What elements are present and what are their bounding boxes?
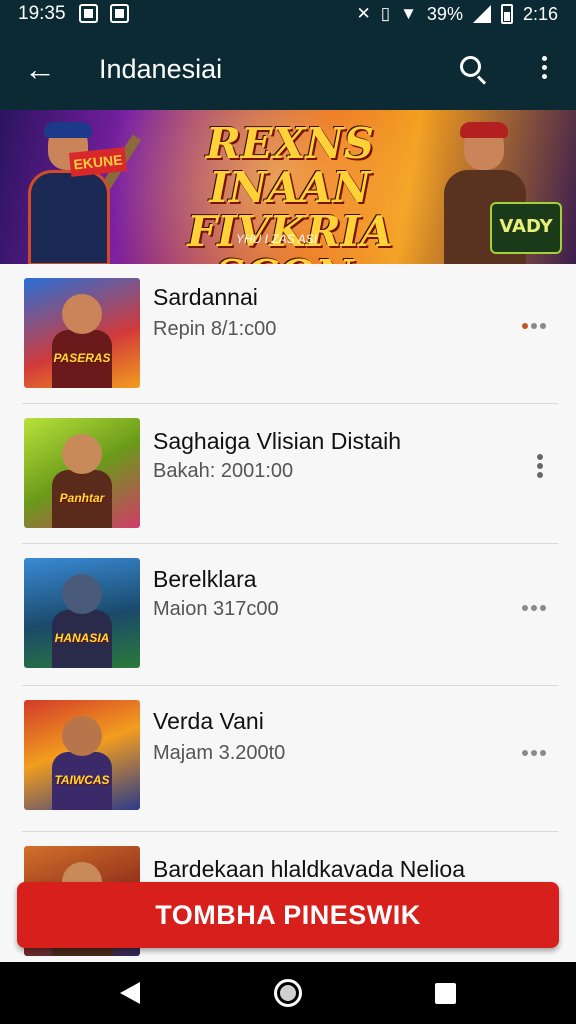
thumbnail-label: TAIWCAS	[54, 773, 110, 787]
image-notification-icon	[110, 4, 129, 23]
page-title: Indanesiai	[99, 54, 223, 84]
list-item-subtitle: Bakah: 2001:00	[153, 460, 294, 482]
more-horiz-icon[interactable]	[522, 750, 550, 760]
status-time: 19:35	[18, 3, 66, 24]
image-notification-icon	[79, 4, 98, 23]
search-icon[interactable]	[454, 50, 494, 90]
more-vert-icon[interactable]	[532, 52, 556, 88]
more-horiz-icon[interactable]	[522, 605, 550, 615]
nav-back-icon[interactable]	[120, 982, 140, 1004]
search-lens	[460, 56, 481, 77]
status-clock-right: 2:16	[522, 3, 558, 24]
list-item-subtitle: Majam 3.200t0	[153, 742, 286, 764]
more-vert-icon[interactable]	[537, 454, 545, 482]
list-item-title: Saghaiga Vlisian Distaih	[153, 428, 402, 454]
game-thumbnail: PASERAS	[24, 278, 140, 388]
thumbnail-label: Panhtar	[59, 491, 105, 505]
search-handle	[476, 75, 487, 85]
nav-home-icon[interactable]	[274, 979, 302, 1007]
navigation-bar	[0, 962, 576, 1024]
banner-hero-left	[8, 114, 142, 264]
list-item-title: Bardekaan hlaldkavada Nelioa	[153, 856, 465, 882]
list-item-title: Sardannai	[153, 284, 258, 310]
list-item[interactable]: HANASIA Berelklara Maion 317c00	[0, 544, 576, 686]
list-item-title: Berelklara	[153, 566, 257, 592]
primary-action-button[interactable]: TOMBHA PINESWIK	[17, 882, 559, 948]
game-thumbnail: HANASIA	[24, 558, 140, 668]
mute-icon: ✕	[356, 4, 371, 23]
game-thumbnail: TAIWCAS	[24, 700, 140, 810]
list-item[interactable]: PASERAS Sardannai Repin 8/1:c00	[0, 264, 576, 404]
thumbnail-label: HANASIA	[54, 631, 110, 645]
list-item-subtitle: Maion 317c00	[153, 598, 279, 620]
promo-banner[interactable]: EKUNE REXNS INAAN FIVKRIA SCON. YHU I ZA…	[0, 110, 576, 264]
nav-recents-icon[interactable]	[435, 983, 456, 1004]
game-thumbnail: Panhtar	[24, 418, 140, 528]
more-horiz-icon[interactable]	[522, 323, 550, 333]
app-bar: ← Indanesiai	[0, 30, 576, 110]
battery-icon	[500, 4, 513, 24]
banner-headline-line1: REXNS INAAN	[205, 119, 375, 213]
status-right: ✕ ▯ ▼ 39% 2:16	[356, 2, 558, 26]
thumbnail-label: PASERAS	[53, 351, 111, 365]
list-item-title: Verda Vani	[153, 708, 264, 734]
signal-icon	[472, 5, 491, 23]
banner-badge: VADY	[490, 202, 562, 254]
list-item[interactable]: TAIWCAS Verda Vani Majam 3.200t0	[0, 686, 576, 832]
status-bar: 19:35 ✕ ▯ ▼ 39% 2:16	[0, 0, 576, 30]
vibrate-icon: ▯	[380, 4, 391, 23]
app-screen: 19:35 ✕ ▯ ▼ 39% 2:16 ← Indanesiai EKUNE …	[0, 0, 576, 1024]
list-item-subtitle: Repin 8/1:c00	[153, 318, 277, 340]
battery-percent: 39%	[426, 3, 463, 24]
list-item[interactable]: Panhtar Saghaiga Vlisian Distaih Bakah: …	[0, 404, 576, 544]
notification-icons	[79, 4, 129, 23]
arrow-back-icon[interactable]: ←	[24, 52, 56, 86]
wifi-icon: ▼	[400, 4, 417, 23]
banner-subtitle: YHU I ZAS ASI	[236, 232, 317, 246]
